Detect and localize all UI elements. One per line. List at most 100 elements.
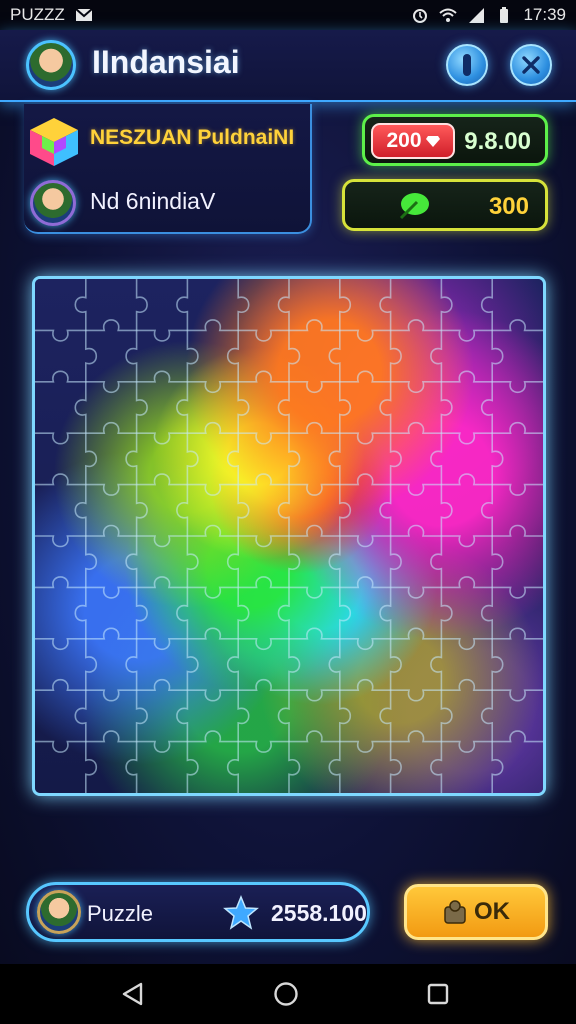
- piece-edge: [135, 484, 148, 536]
- piece-edge: [35, 638, 86, 651]
- piece-edge: [186, 638, 199, 691]
- piece-edge: [85, 421, 137, 434]
- piece-edge: [440, 484, 453, 536]
- piece-edge: [289, 319, 340, 332]
- piece-edge: [187, 319, 239, 332]
- piece-edge: [187, 381, 239, 394]
- piece-edge: [277, 690, 290, 742]
- piece-edge: [238, 370, 289, 383]
- avatar[interactable]: [26, 40, 76, 90]
- piece-edge: [430, 433, 443, 485]
- ok-button[interactable]: OK: [404, 884, 548, 940]
- piece-edge: [187, 730, 239, 743]
- piece-edge: [238, 678, 289, 691]
- piece-edge: [430, 741, 443, 793]
- piece-edge: [85, 483, 137, 496]
- wifi-icon: [439, 8, 458, 22]
- piece-edge: [491, 433, 504, 485]
- piece-edge: [480, 484, 493, 536]
- puzzle-label: Puzzle: [87, 901, 154, 926]
- piece-edge: [289, 421, 340, 434]
- piece-edge: [492, 627, 543, 640]
- piece-edge: [85, 586, 137, 599]
- piece-edge: [226, 741, 239, 793]
- piece-edge: [176, 690, 189, 742]
- piece-edge: [430, 330, 443, 382]
- piece-edge: [35, 432, 86, 445]
- piece-edge: [277, 484, 290, 536]
- gem-icon: [425, 136, 440, 147]
- piece-edge: [339, 690, 352, 742]
- piece-edge: [379, 279, 392, 331]
- piece-edge: [491, 536, 504, 588]
- piece-edge: [339, 740, 391, 753]
- piece-edge: [136, 329, 188, 342]
- piece-edge: [35, 740, 86, 753]
- piece-edge: [440, 381, 453, 434]
- piece-edge: [288, 433, 301, 485]
- piece-edge: [186, 433, 199, 485]
- piece-edge: [289, 730, 340, 743]
- profile-panel: NESZUAN PuldnaiNI Nd 6nindiaV: [24, 104, 312, 234]
- status-left: PUZZZ: [10, 5, 93, 25]
- piece-edge: [492, 319, 543, 332]
- piece-edge: [390, 689, 442, 702]
- close-button[interactable]: [510, 44, 552, 86]
- piece-edge: [237, 484, 250, 536]
- piece-edge: [390, 730, 442, 743]
- currency-counter-leaves[interactable]: 300: [342, 179, 548, 231]
- close-icon: [522, 56, 540, 74]
- piece-edge: [226, 330, 239, 382]
- piece-edge: [35, 535, 86, 548]
- piece-edge: [187, 689, 239, 702]
- piece-edge: [85, 381, 137, 394]
- piece-edge: [379, 690, 392, 742]
- piece-edge: [441, 329, 493, 342]
- piece-edge: [339, 484, 352, 536]
- piece-edge: [390, 586, 442, 599]
- currency-counter-gems[interactable]: 200 9.8.00: [362, 114, 548, 166]
- piece-edge: [492, 381, 543, 394]
- piece-edge: [136, 370, 188, 383]
- piece-icon: [444, 900, 466, 924]
- piece-edge: [85, 638, 98, 691]
- ok-label: OK: [474, 898, 510, 925]
- piece-edge: [441, 432, 493, 445]
- piece-edge: [441, 576, 493, 589]
- player-avatar[interactable]: [30, 180, 76, 226]
- piece-edge: [289, 689, 340, 702]
- puzzle-board[interactable]: [32, 276, 546, 796]
- piece-edge: [35, 370, 86, 383]
- status-bar: PUZZZ 17:39: [0, 0, 576, 30]
- info-button[interactable]: [446, 44, 488, 86]
- piece-edge: [35, 329, 86, 342]
- piece-edge: [176, 587, 189, 639]
- piece-edge: [339, 370, 391, 383]
- home-icon[interactable]: [273, 981, 299, 1007]
- piece-edge: [480, 381, 493, 434]
- piece-edge: [136, 678, 188, 691]
- piece-edge: [390, 381, 442, 394]
- piece-edge: [125, 433, 138, 485]
- leaf-count: 300: [488, 193, 529, 220]
- piece-edge: [85, 730, 137, 743]
- piece-edge: [187, 421, 239, 434]
- piece-edge: [187, 483, 239, 496]
- piece-edge: [289, 524, 340, 537]
- alarm-icon: [413, 9, 428, 23]
- player-name: Nd 6nindiaV: [90, 188, 216, 214]
- piece-edge: [492, 524, 543, 537]
- piece-edge: [186, 741, 199, 793]
- piece-edge: [379, 381, 392, 434]
- recents-icon[interactable]: [425, 981, 451, 1007]
- piece-edge: [339, 381, 352, 434]
- puzzle-info-bar[interactable]: Puzzle 2558.100: [26, 882, 370, 942]
- piece-edge: [328, 741, 341, 793]
- piece-edge: [339, 587, 352, 639]
- piece-edge: [74, 381, 87, 434]
- piece-edge: [328, 433, 341, 485]
- back-icon[interactable]: [120, 981, 146, 1007]
- piece-edge: [492, 689, 543, 702]
- piece-edge: [35, 678, 86, 691]
- puzzle-avatar: [37, 890, 81, 934]
